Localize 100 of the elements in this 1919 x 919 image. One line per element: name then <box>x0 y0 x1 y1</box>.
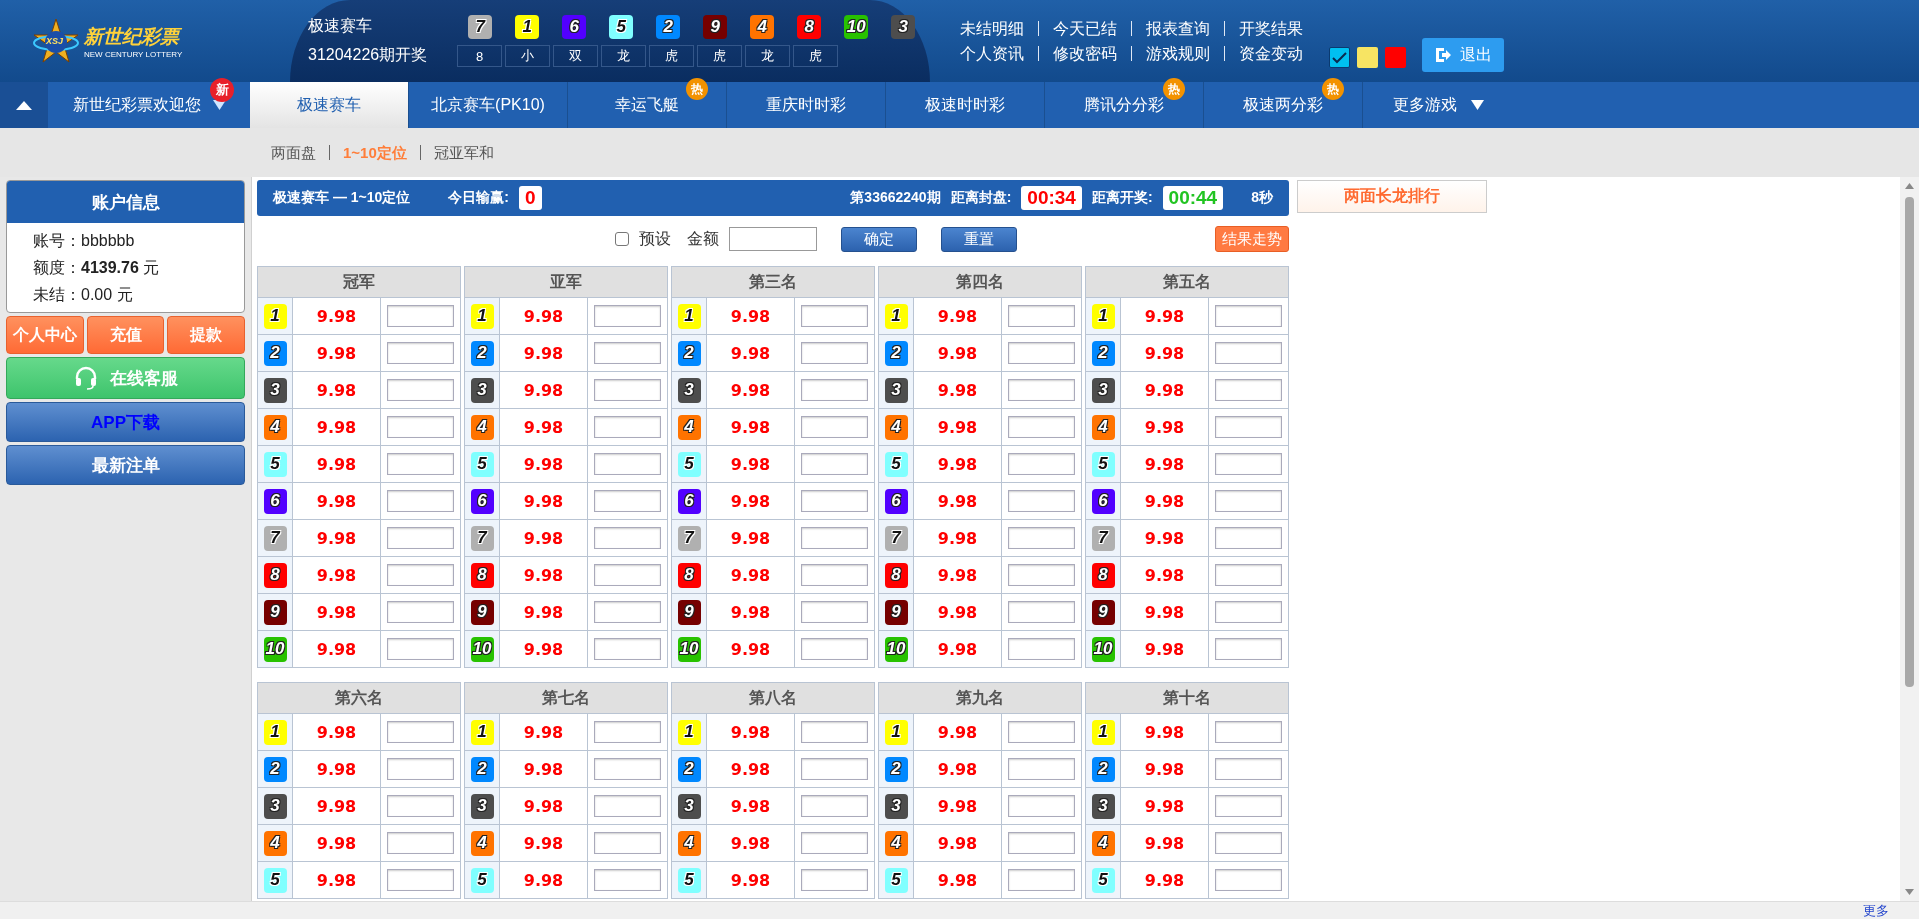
bet-amount-field[interactable] <box>387 869 454 891</box>
bet-amount-field[interactable] <box>1008 490 1075 512</box>
bet-amount-field[interactable] <box>801 758 868 780</box>
header-link[interactable]: 未结明细 <box>960 21 1038 36</box>
bet-amount-field[interactable] <box>1008 453 1075 475</box>
theme-swatch[interactable] <box>1385 47 1406 68</box>
bet-amount-field[interactable] <box>387 453 454 475</box>
bet-amount-field[interactable] <box>1008 758 1075 780</box>
header-link[interactable]: 游戏规则 <box>1131 46 1224 61</box>
bet-amount-field[interactable] <box>801 416 868 438</box>
bet-amount-field[interactable] <box>1215 758 1282 780</box>
reset-button[interactable]: 重置 <box>941 226 1017 252</box>
theme-swatch[interactable] <box>1357 47 1378 68</box>
bet-amount-field[interactable] <box>1215 453 1282 475</box>
bet-amount-field[interactable] <box>1008 305 1075 327</box>
bet-amount-field[interactable] <box>1215 490 1282 512</box>
bet-amount-field[interactable] <box>594 795 661 817</box>
bet-amount-field[interactable] <box>387 795 454 817</box>
bet-amount-field[interactable] <box>594 416 661 438</box>
bet-amount-field[interactable] <box>1215 721 1282 743</box>
bet-amount-field[interactable] <box>1008 379 1075 401</box>
bet-amount-field[interactable] <box>1008 795 1075 817</box>
odds-cell: 9.98 <box>1121 594 1209 630</box>
bet-amount-field[interactable] <box>387 758 454 780</box>
bet-amount-field[interactable] <box>801 342 868 364</box>
bet-amount-field[interactable] <box>1008 721 1075 743</box>
theme-swatch[interactable] <box>1329 47 1350 68</box>
header-link[interactable]: 今天已结 <box>1038 21 1131 36</box>
bet-amount-field[interactable] <box>1215 795 1282 817</box>
bet-amount-field[interactable] <box>801 721 868 743</box>
bet-amount-field[interactable] <box>594 527 661 549</box>
bet-amount-field[interactable] <box>387 601 454 623</box>
bet-amount-field[interactable] <box>594 758 661 780</box>
sub-tab[interactable]: 两面盘 <box>271 145 329 160</box>
bet-amount-field[interactable] <box>1215 305 1282 327</box>
bet-amount-field[interactable] <box>387 342 454 364</box>
bet-amount-field[interactable] <box>594 638 661 660</box>
bet-amount-field[interactable] <box>1008 416 1075 438</box>
bet-amount-field[interactable] <box>1008 638 1075 660</box>
bet-amount-field[interactable] <box>387 832 454 854</box>
header-link[interactable]: 修改密码 <box>1038 46 1131 61</box>
bet-amount-field[interactable] <box>801 638 868 660</box>
bet-amount-field[interactable] <box>387 305 454 327</box>
bet-amount-field[interactable] <box>801 832 868 854</box>
header-link[interactable]: 个人资讯 <box>960 46 1038 61</box>
bet-amount-field[interactable] <box>594 342 661 364</box>
bet-amount-field[interactable] <box>1008 527 1075 549</box>
bet-amount-field[interactable] <box>387 490 454 512</box>
bet-amount-field[interactable] <box>594 721 661 743</box>
bet-amount-field[interactable] <box>387 416 454 438</box>
bet-amount-field[interactable] <box>1008 564 1075 586</box>
bet-amount-field[interactable] <box>1008 832 1075 854</box>
bet-amount-field[interactable] <box>1215 564 1282 586</box>
header-link[interactable]: 开奖结果 <box>1224 21 1317 36</box>
bet-amount-field[interactable] <box>594 453 661 475</box>
bet-amount-field[interactable] <box>594 305 661 327</box>
preset-checkbox[interactable] <box>615 232 629 246</box>
bet-amount-field[interactable] <box>387 379 454 401</box>
bet-amount-field[interactable] <box>801 564 868 586</box>
bet-amount-field[interactable] <box>1215 869 1282 891</box>
scrollbar[interactable] <box>1900 177 1919 901</box>
bet-amount-field[interactable] <box>1215 832 1282 854</box>
latest-bets-button[interactable]: 最新注单 <box>6 445 245 485</box>
bet-amount-field[interactable] <box>801 527 868 549</box>
more-link[interactable]: 更多 <box>1863 901 1889 919</box>
confirm-button[interactable]: 确定 <box>841 226 917 252</box>
bet-amount-field[interactable] <box>387 527 454 549</box>
bet-amount-field[interactable] <box>801 379 868 401</box>
game-tab[interactable]: 极速赛车 <box>250 82 408 128</box>
bet-amount-field[interactable] <box>1215 379 1282 401</box>
bet-amount-field[interactable] <box>387 638 454 660</box>
bet-amount-field[interactable] <box>1008 869 1075 891</box>
odds-cell: 9.98 <box>500 788 588 824</box>
bet-amount-field[interactable] <box>1215 638 1282 660</box>
bet-amount-field[interactable] <box>1215 342 1282 364</box>
bet-amount-field[interactable] <box>594 832 661 854</box>
collapse-icon[interactable] <box>16 100 32 110</box>
header-link[interactable]: 报表查询 <box>1131 21 1224 36</box>
amount-field[interactable] <box>729 227 817 251</box>
bet-amount-field[interactable] <box>594 601 661 623</box>
bet-amount-field[interactable] <box>801 490 868 512</box>
bet-amount-field[interactable] <box>594 490 661 512</box>
sub-tab[interactable]: 冠亚军和 <box>419 145 507 160</box>
bet-amount-field[interactable] <box>594 379 661 401</box>
bet-amount-field[interactable] <box>801 795 868 817</box>
bet-amount-field[interactable] <box>801 869 868 891</box>
bet-amount-field[interactable] <box>1008 601 1075 623</box>
bet-amount-field[interactable] <box>1215 527 1282 549</box>
bet-amount-field[interactable] <box>1215 416 1282 438</box>
bet-amount-field[interactable] <box>801 305 868 327</box>
bet-amount-field[interactable] <box>594 869 661 891</box>
bet-amount-field[interactable] <box>387 564 454 586</box>
bet-amount-field[interactable] <box>1215 601 1282 623</box>
account-title: 账户信息 <box>7 181 244 223</box>
header-link[interactable]: 资金变动 <box>1224 46 1317 61</box>
bet-amount-field[interactable] <box>594 564 661 586</box>
bet-amount-field[interactable] <box>387 721 454 743</box>
bet-amount-field[interactable] <box>1008 342 1075 364</box>
bet-amount-field[interactable] <box>801 601 868 623</box>
bet-amount-field[interactable] <box>801 453 868 475</box>
